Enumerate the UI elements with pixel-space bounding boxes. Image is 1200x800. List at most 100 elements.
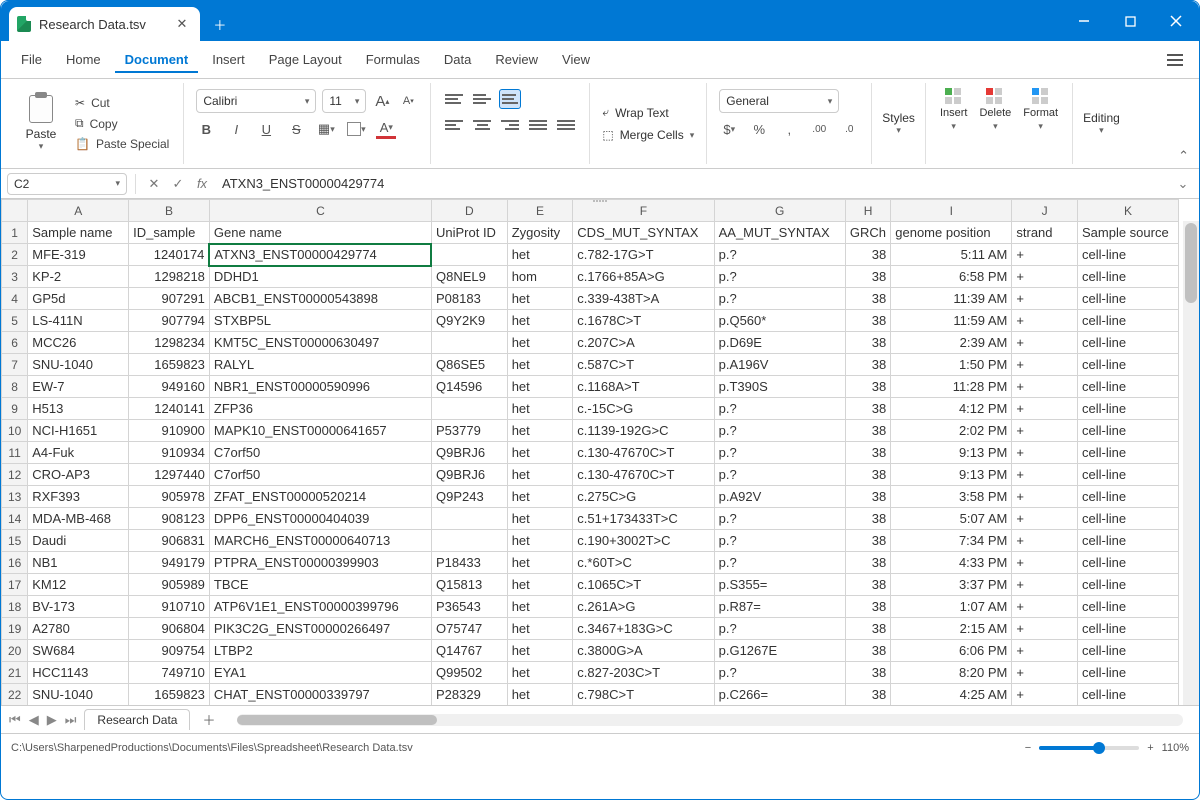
cell[interactable]: cell-line [1077,244,1178,266]
cell[interactable]: p.? [714,618,845,640]
menu-data[interactable]: Data [434,46,481,73]
zoom-out-button[interactable]: − [1025,742,1031,754]
underline-button[interactable]: U [256,119,276,139]
cell[interactable] [431,332,507,354]
col-header-H[interactable]: H [845,200,890,222]
align-middle-button[interactable] [471,89,493,109]
cell[interactable]: het [507,596,573,618]
cell[interactable]: c.3800G>A [573,640,714,662]
cell[interactable]: 38 [845,354,890,376]
name-box[interactable]: C2▾ [7,173,127,195]
cell[interactable]: p.C266= [714,684,845,706]
header-cell[interactable]: GRCh [845,222,890,244]
cell[interactable] [431,398,507,420]
sheet-nav-last-icon[interactable]: ⏭ [63,712,79,728]
cell[interactable]: hom [507,266,573,288]
cell[interactable]: cell-line [1077,618,1178,640]
cell[interactable]: O75747 [431,618,507,640]
menu-home[interactable]: Home [56,46,111,73]
cell[interactable]: 949160 [129,376,210,398]
cell[interactable]: RALYL [209,354,431,376]
insert-cells-button[interactable]: Insert▾ [934,87,974,160]
cell[interactable]: 4:12 PM [891,398,1012,420]
indent-decrease-button[interactable] [527,115,549,135]
font-color-button[interactable]: A▾ [376,119,396,139]
col-header-G[interactable]: G [714,200,845,222]
row-header-1[interactable]: 1 [2,222,28,244]
cell[interactable]: SNU-1040 [28,354,129,376]
cell[interactable]: cell-line [1077,376,1178,398]
cell[interactable]: c.587C>T [573,354,714,376]
cell[interactable]: RXF393 [28,486,129,508]
cell[interactable]: 38 [845,420,890,442]
cell[interactable]: 38 [845,464,890,486]
cell[interactable]: 7:34 PM [891,530,1012,552]
cell[interactable]: 9:13 PM [891,464,1012,486]
paste-button[interactable]: Paste ▾ [19,87,63,160]
expand-formula-icon[interactable]: ⌄ [1173,176,1193,192]
cell[interactable]: + [1012,398,1078,420]
cell[interactable]: + [1012,486,1078,508]
cell[interactable]: het [507,640,573,662]
cell[interactable]: c.3467+183G>C [573,618,714,640]
cell[interactable]: het [507,398,573,420]
cell[interactable]: PIK3C2G_ENST00000266497 [209,618,431,640]
cell[interactable]: 1659823 [129,684,210,706]
cell[interactable]: DPP6_ENST00000404039 [209,508,431,530]
cell[interactable]: 5:07 AM [891,508,1012,530]
cell[interactable]: CRO-AP3 [28,464,129,486]
cell[interactable]: 38 [845,442,890,464]
cell[interactable]: het [507,442,573,464]
strikethrough-button[interactable]: S [286,119,306,139]
col-header-J[interactable]: J [1012,200,1078,222]
cell[interactable]: cell-line [1077,684,1178,706]
row-header-14[interactable]: 14 [2,508,28,530]
cell[interactable]: 905978 [129,486,210,508]
comma-button[interactable]: , [779,119,799,139]
sheet-tab[interactable]: Research Data [84,709,190,730]
editing-button[interactable]: Editing▾ [1073,83,1130,164]
row-header-7[interactable]: 7 [2,354,28,376]
cell[interactable]: LTBP2 [209,640,431,662]
header-cell[interactable]: strand [1012,222,1078,244]
decrease-font-icon[interactable]: A▾ [398,91,418,111]
cell[interactable]: + [1012,288,1078,310]
cell[interactable]: het [507,618,573,640]
cell[interactable]: het [507,244,573,266]
cell[interactable]: p.S355= [714,574,845,596]
cell[interactable]: p.? [714,464,845,486]
row-header-21[interactable]: 21 [2,662,28,684]
cell[interactable]: cell-line [1077,574,1178,596]
cell[interactable]: c.1168A>T [573,376,714,398]
cell[interactable]: 907794 [129,310,210,332]
cell[interactable]: EW-7 [28,376,129,398]
zoom-slider[interactable] [1039,746,1139,750]
cell[interactable]: MARCH6_ENST00000640713 [209,530,431,552]
cell[interactable]: 38 [845,486,890,508]
cell[interactable] [431,508,507,530]
cell[interactable]: c.798C>T [573,684,714,706]
cell[interactable]: het [507,530,573,552]
row-header-4[interactable]: 4 [2,288,28,310]
cell[interactable]: SNU-1040 [28,684,129,706]
cell[interactable]: 749710 [129,662,210,684]
cell[interactable]: het [507,486,573,508]
cell[interactable]: NCI-H1651 [28,420,129,442]
cell[interactable]: ZFAT_ENST00000520214 [209,486,431,508]
cell[interactable]: + [1012,376,1078,398]
cell[interactable]: c.*60T>C [573,552,714,574]
cell[interactable]: cell-line [1077,332,1178,354]
cell[interactable]: 38 [845,376,890,398]
cell[interactable]: c.1139-192G>C [573,420,714,442]
cell[interactable]: c.339-438T>A [573,288,714,310]
cell[interactable]: p.R87= [714,596,845,618]
cell[interactable]: 2:39 AM [891,332,1012,354]
cell[interactable]: p.D69E [714,332,845,354]
cell[interactable]: + [1012,530,1078,552]
cell[interactable]: 906804 [129,618,210,640]
row-header-22[interactable]: 22 [2,684,28,706]
cell[interactable]: 38 [845,310,890,332]
increase-decimal-button[interactable]: .00 [809,119,829,139]
cell[interactable]: 908123 [129,508,210,530]
cell[interactable]: + [1012,420,1078,442]
